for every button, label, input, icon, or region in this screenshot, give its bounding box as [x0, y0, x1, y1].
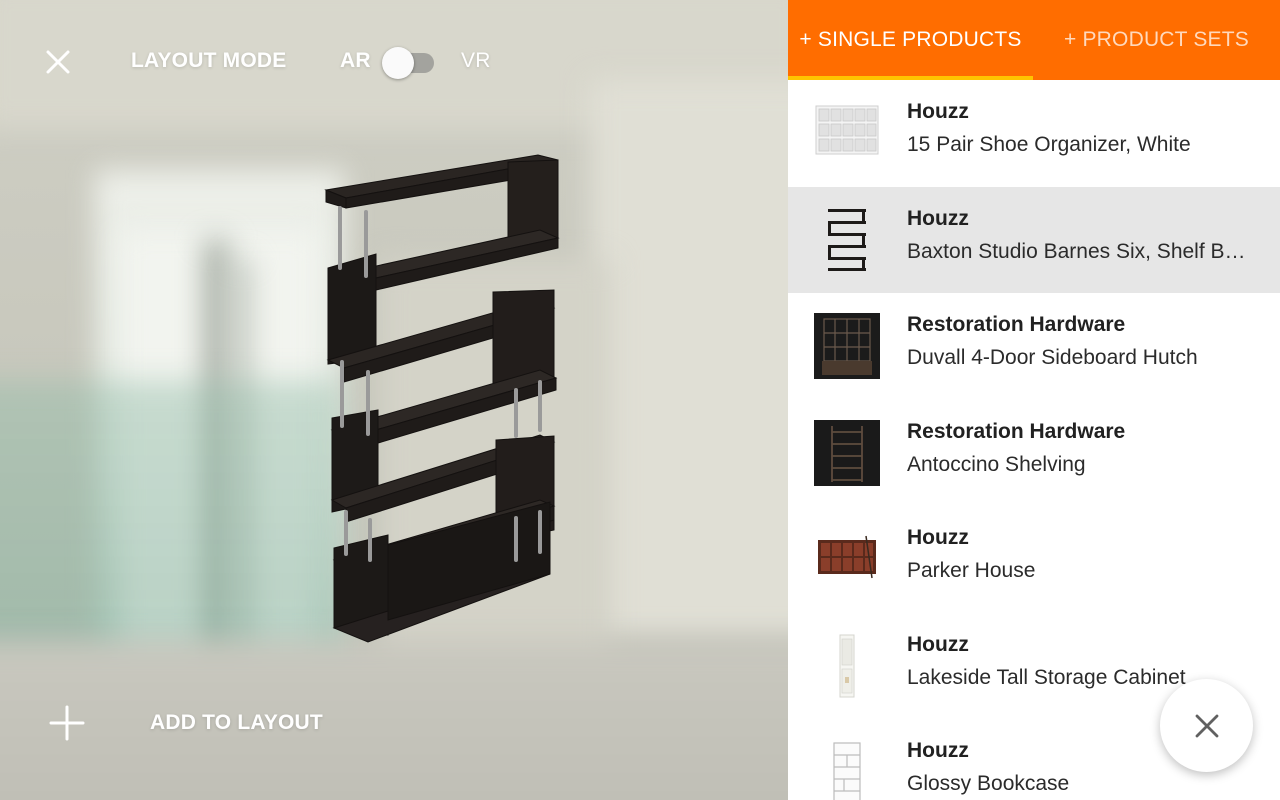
vr-label: VR — [461, 49, 491, 72]
product-list-item[interactable]: Houzz 15 Pair Shoe Organizer, White — [788, 80, 1280, 187]
room-wall — [590, 80, 788, 640]
ar-vr-toggle[interactable] — [382, 45, 438, 79]
add-to-layout-button[interactable]: ADD TO LAYOUT — [150, 711, 323, 735]
room-floor — [0, 640, 788, 800]
tab-single-products[interactable]: + SINGLE PRODUCTS — [788, 0, 1033, 80]
sideboard-hutch-thumbnail — [814, 313, 880, 379]
close-icon — [1195, 714, 1218, 737]
product-list-item[interactable]: Restoration Hardware Antoccino Shelving — [788, 400, 1280, 507]
close-panel-button[interactable] — [1160, 679, 1253, 772]
product-name: Baxton Studio Barnes Six, Shelf Bookcase — [907, 239, 1247, 263]
glossy-bookcase-thumbnail — [814, 739, 880, 800]
shelf-3d-model[interactable] — [318, 150, 568, 650]
tab-product-sets[interactable]: + PRODUCT SETS — [1033, 0, 1280, 80]
product-brand: Houzz — [907, 206, 969, 230]
product-name: Duvall 4-Door Sideboard Hutch — [907, 346, 1198, 369]
product-name: Parker House — [907, 559, 1036, 582]
antoccino-shelving-thumbnail — [814, 419, 880, 486]
ar-viewport[interactable]: LAYOUT MODE AR VR ADD TO LAYOUT — [0, 0, 788, 800]
product-list-item-selected[interactable]: Houzz Baxton Studio Barnes Six, Shelf Bo… — [788, 186, 1280, 293]
product-brand: Restoration Hardware — [907, 313, 1126, 336]
product-brand: Houzz — [907, 632, 969, 656]
lakeside-cabinet-thumbnail — [814, 633, 880, 699]
product-name: Glossy Bookcase — [907, 772, 1070, 795]
parker-house-thumbnail — [814, 526, 880, 592]
shoe-organizer-thumbnail — [814, 100, 880, 166]
product-brand: Restoration Hardware — [907, 419, 1126, 443]
plus-icon[interactable] — [47, 703, 87, 743]
product-name: Lakeside Tall Storage Cabinet — [907, 665, 1186, 689]
product-name: 15 Pair Shoe Organizer, White — [907, 133, 1191, 156]
product-list-item[interactable]: Restoration Hardware Duvall 4-Door Sideb… — [788, 293, 1280, 400]
toggle-knob — [382, 47, 414, 79]
layout-mode-title: LAYOUT MODE — [131, 49, 287, 72]
close-icon[interactable] — [40, 44, 76, 80]
product-brand: Houzz — [907, 739, 969, 762]
product-brand: Houzz — [907, 526, 969, 549]
barnes-shelf-thumbnail — [814, 207, 880, 273]
product-brand: Houzz — [907, 100, 969, 123]
product-name: Antoccino Shelving — [907, 452, 1086, 476]
tab-bar: + SINGLE PRODUCTS + PRODUCT SETS — [788, 0, 1280, 80]
product-list-item[interactable]: Houzz Parker House — [788, 506, 1280, 613]
ar-label: AR — [340, 49, 371, 72]
